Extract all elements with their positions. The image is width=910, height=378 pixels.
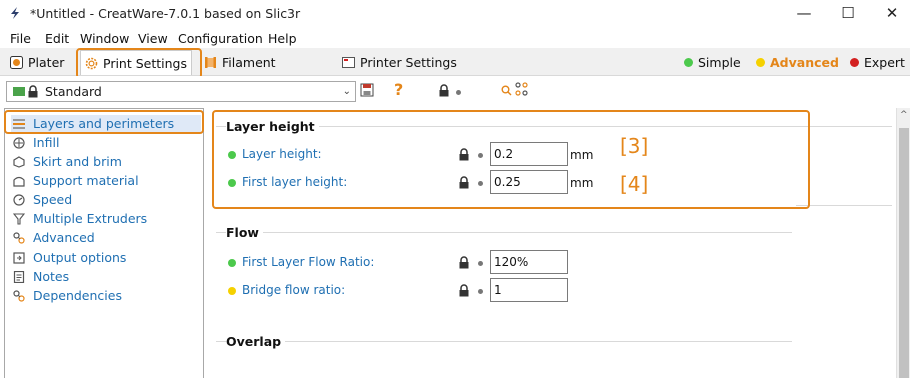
preset-value: Standard: [45, 84, 102, 99]
lock-icon: [28, 85, 38, 98]
lock-icon[interactable]: [458, 284, 470, 297]
group-separator: [216, 341, 792, 342]
first-layer-flow-ratio-label: First Layer Flow Ratio:: [228, 255, 374, 269]
layers-item-highlight: [4, 110, 204, 134]
wrench-icon: [13, 290, 25, 302]
wrench-icon: [13, 232, 25, 244]
tab-printer-settings[interactable]: Printer Settings: [338, 50, 462, 75]
menu-window[interactable]: Window: [80, 31, 129, 46]
mode-expert-label: Expert: [864, 55, 905, 70]
save-icon[interactable]: [360, 83, 374, 97]
infill-icon: [13, 137, 25, 149]
tab-plater-label: Plater: [28, 55, 65, 70]
title-bar: *Untitled - CreatWare-7.0.1 based on Sli…: [0, 0, 910, 28]
window-title: *Untitled - CreatWare-7.0.1 based on Sli…: [30, 6, 301, 21]
support-icon: [13, 176, 25, 187]
tab-filament-settings[interactable]: Filament Settings: [200, 50, 328, 95]
funnel-icon: [13, 213, 25, 225]
vertical-scrollbar[interactable]: ^: [896, 108, 910, 378]
plater-icon: [10, 56, 23, 69]
chevron-up-icon[interactable]: ^: [900, 110, 908, 120]
menu-bar: File Edit Window View Configuration Help: [0, 28, 910, 48]
speed-icon: [13, 194, 25, 206]
sidebar-item-label: Notes: [33, 269, 70, 284]
menu-help[interactable]: Help: [268, 31, 297, 46]
question-icon[interactable]: ?: [394, 80, 403, 99]
mode-simple-label: Simple: [698, 55, 741, 70]
menu-view[interactable]: View: [138, 31, 168, 46]
sidebar-item-output-options[interactable]: Output options: [11, 249, 126, 267]
chevron-down-icon: ⌄: [342, 86, 351, 97]
bullet-icon: [478, 261, 483, 266]
bridge-flow-ratio-label: Bridge flow ratio:: [228, 283, 345, 297]
expert-mode-dot-icon: [850, 58, 859, 67]
mode-dot-icon: [228, 287, 236, 295]
output-icon: [13, 252, 25, 264]
sidebar-item-skirt-and-brim[interactable]: Skirt and brim: [11, 153, 122, 171]
mode-advanced-label: Advanced: [770, 55, 839, 70]
simple-mode-dot-icon: [684, 58, 693, 67]
compare-icon[interactable]: [515, 82, 528, 96]
app-logo-icon: [11, 7, 19, 19]
sidebar-item-label: Skirt and brim: [33, 154, 122, 169]
sidebar-item-support-material[interactable]: Support material: [11, 172, 139, 190]
sidebar-item-multiple-extruders[interactable]: Multiple Extruders: [11, 210, 147, 228]
option-label-text: Bridge flow ratio:: [242, 283, 346, 297]
sidebar-item-label: Speed: [33, 192, 73, 207]
preset-select[interactable]: Standard ⌄: [6, 81, 356, 102]
bullet-icon: [478, 289, 483, 294]
flag-icon: [13, 87, 25, 96]
sidebar-item-label: Infill: [33, 135, 60, 150]
maximize-button[interactable]: ☐: [828, 2, 868, 26]
printer-icon: [342, 57, 355, 68]
lock-icon[interactable]: [458, 256, 470, 269]
sidebar-item-label: Dependencies: [33, 288, 122, 303]
bridge-flow-ratio-input[interactable]: 1: [490, 278, 568, 302]
mode-simple[interactable]: Simple: [680, 50, 741, 75]
tab-plater[interactable]: Plater: [6, 50, 72, 75]
sidebar-item-speed[interactable]: Speed: [11, 191, 72, 209]
sidebar-item-label: Multiple Extruders: [33, 211, 148, 226]
layer-height-group-highlight: [212, 110, 810, 209]
notes-icon: [13, 271, 25, 283]
menu-edit[interactable]: Edit: [45, 31, 69, 46]
scrollbar-thumb[interactable]: [899, 128, 909, 378]
mode-expert[interactable]: Expert: [846, 50, 905, 75]
search-icon[interactable]: [501, 85, 512, 96]
advanced-mode-dot-icon: [756, 58, 765, 67]
menu-configuration[interactable]: Configuration: [178, 31, 263, 46]
preset-lock-icon[interactable]: [438, 84, 450, 97]
minimize-button[interactable]: —: [784, 2, 824, 26]
sidebar-item-label: Advanced: [33, 230, 95, 245]
sidebar-item-dependencies[interactable]: Dependencies: [11, 287, 122, 305]
first-layer-flow-ratio-input[interactable]: 120%: [490, 250, 568, 274]
bullet-icon: [456, 90, 461, 95]
group-separator: [796, 205, 892, 206]
tab-printer-settings-label: Printer Settings: [360, 55, 457, 70]
settings-category-list: Layers and perimeters Infill Skirt and b…: [4, 108, 204, 378]
mode-dot-icon: [228, 259, 236, 267]
sidebar-item-notes[interactable]: Notes: [11, 268, 69, 286]
group-title-flow: Flow: [226, 225, 263, 240]
filament-icon: [205, 57, 216, 68]
close-button[interactable]: ✕: [872, 2, 910, 26]
sidebar-item-label: Support material: [33, 173, 139, 188]
option-label-text: First Layer Flow Ratio:: [242, 255, 375, 269]
sidebar-item-advanced[interactable]: Advanced: [11, 229, 95, 247]
preset-bar: Standard ⌄ ?: [0, 76, 910, 108]
menu-file[interactable]: File: [10, 31, 31, 46]
skirt-icon: [13, 156, 25, 168]
group-separator: [216, 232, 792, 233]
sidebar-item-infill[interactable]: Infill: [11, 134, 59, 152]
print-settings-tab-highlight: [76, 48, 202, 79]
mode-advanced[interactable]: Advanced: [752, 50, 839, 75]
sidebar-item-label: Output options: [33, 250, 127, 265]
group-title-overlap: Overlap: [226, 334, 286, 349]
